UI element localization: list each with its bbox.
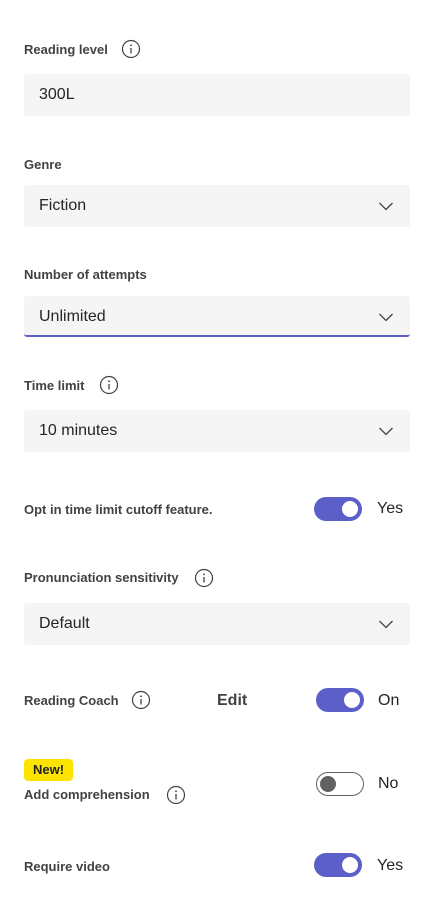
chevron-down-icon	[378, 423, 394, 439]
attempts-value: Unlimited	[39, 308, 106, 325]
genre-value: Fiction	[39, 197, 87, 214]
toggle-knob	[342, 501, 358, 517]
reading-coach-label: Reading Coach	[24, 693, 119, 708]
chevron-down-icon	[378, 616, 394, 632]
info-icon[interactable]	[131, 690, 151, 710]
require-video-label: Require video	[24, 859, 110, 874]
toggle-knob	[320, 776, 336, 792]
pronunciation-dropdown[interactable]: Default	[24, 603, 410, 645]
reading-level-input[interactable]: 300L	[24, 74, 410, 116]
attempts-label: Number of attempts	[24, 267, 147, 282]
cutoff-label: Opt in time limit cutoff feature.	[24, 502, 213, 517]
info-icon[interactable]	[194, 568, 214, 588]
info-icon[interactable]	[166, 785, 186, 805]
info-icon[interactable]	[121, 39, 141, 59]
toggle-knob	[344, 692, 360, 708]
new-badge: New!	[24, 759, 74, 781]
time-limit-dropdown[interactable]: 10 minutes	[24, 410, 410, 452]
genre-dropdown[interactable]: Fiction	[24, 185, 410, 227]
comprehension-label: Add comprehension	[24, 787, 150, 802]
cutoff-state: Yes	[377, 500, 404, 517]
comprehension-state: No	[378, 775, 399, 792]
require-video-toggle[interactable]	[314, 853, 362, 877]
reading-level-value: 300L	[39, 86, 75, 103]
info-icon[interactable]	[99, 375, 119, 395]
reading-level-label: Reading level	[24, 42, 108, 57]
chevron-down-icon	[378, 198, 394, 214]
pronunciation-label: Pronunciation sensitivity	[24, 570, 179, 585]
reading-coach-state: On	[378, 692, 400, 709]
cutoff-toggle[interactable]	[314, 497, 362, 521]
toggle-knob	[342, 857, 358, 873]
time-limit-value: 10 minutes	[39, 422, 118, 439]
reading-coach-toggle[interactable]	[316, 688, 364, 712]
time-limit-label: Time limit	[24, 378, 85, 393]
attempts-dropdown[interactable]: Unlimited	[24, 296, 410, 337]
pronunciation-value: Default	[39, 615, 90, 632]
require-video-state: Yes	[377, 857, 404, 874]
chevron-down-icon	[378, 309, 394, 325]
genre-label: Genre	[24, 157, 62, 172]
comprehension-toggle[interactable]	[316, 772, 364, 796]
reading-coach-edit-button[interactable]: Edit	[217, 692, 247, 710]
